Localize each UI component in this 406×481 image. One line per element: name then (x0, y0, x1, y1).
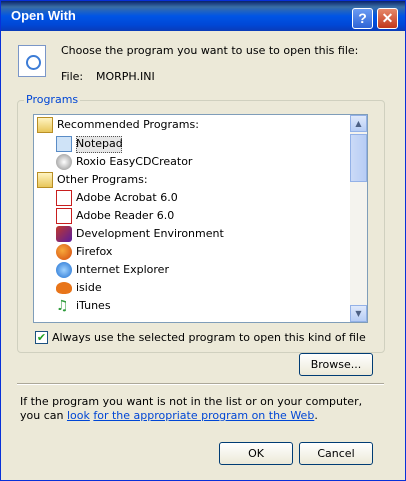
browse-button[interactable]: Browse... (299, 353, 373, 376)
reader-icon (56, 208, 72, 224)
ie-icon (56, 262, 72, 278)
list-scrollbar[interactable]: ▲ ▼ (350, 115, 367, 322)
ok-button[interactable]: OK (219, 442, 293, 465)
title-bar[interactable]: Open With ? ✕ (1, 1, 405, 31)
notepad-icon (56, 136, 72, 152)
list-item-label: Firefox (76, 245, 113, 258)
scroll-down-button[interactable]: ▼ (350, 305, 367, 322)
scroll-thumb[interactable] (350, 134, 367, 182)
folder-icon (37, 117, 53, 133)
other-label: Other Programs: (57, 173, 148, 186)
list-item-label: Adobe Reader 6.0 (76, 209, 175, 222)
file-search-icon (18, 45, 46, 77)
close-button[interactable]: ✕ (377, 8, 398, 29)
list-item-label: iside (76, 281, 102, 294)
list-item-label: Development Environment (76, 227, 224, 240)
footer-period: . (314, 409, 318, 422)
scroll-up-button[interactable]: ▲ (350, 115, 367, 132)
iside-icon (56, 282, 72, 294)
list-item-label: iTunes (76, 299, 111, 312)
acrobat-icon (56, 190, 72, 206)
list-item-label: Notepad (76, 137, 123, 150)
footer-text: If the program you want is not in the li… (20, 395, 385, 423)
itunes-icon: ♫ (56, 298, 69, 314)
programs-legend: Programs (24, 93, 81, 106)
list-item-label: Roxio EasyCDCreator (76, 155, 193, 168)
devenv-icon (56, 226, 72, 242)
folder-icon (37, 172, 53, 188)
instruction-text: Choose the program you want to use to op… (61, 44, 359, 57)
separator (17, 383, 384, 385)
web-search-link-start[interactable]: look (67, 409, 90, 422)
help-button[interactable]: ? (352, 8, 373, 29)
file-label: File: (61, 70, 84, 83)
programs-list[interactable]: Recommended Programs: Notepad Roxio Easy… (33, 114, 368, 323)
web-search-link[interactable]: for the appropriate program on the Web (93, 409, 314, 422)
recommended-label: Recommended Programs: (57, 118, 199, 131)
list-item-label: Adobe Acrobat 6.0 (76, 191, 178, 204)
roxio-icon (56, 154, 72, 170)
firefox-icon (56, 244, 72, 260)
file-name: MORPH.INI (96, 70, 155, 83)
always-use-checkbox[interactable]: ✔ (35, 331, 48, 344)
list-item-label: Internet Explorer (76, 263, 169, 276)
always-use-label[interactable]: Always use the selected program to open … (52, 331, 366, 344)
window-title: Open With (11, 8, 76, 23)
cancel-button[interactable]: Cancel (299, 442, 373, 465)
